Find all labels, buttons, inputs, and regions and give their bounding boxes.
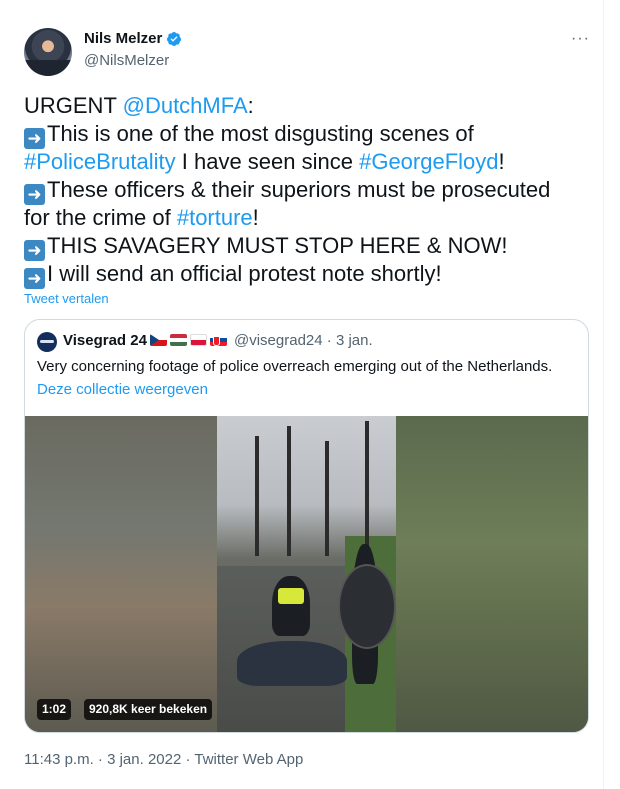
right-arrow-icon: ➜ [24,240,45,261]
more-options-icon[interactable]: ··· [571,30,590,48]
czech-flag-icon [150,334,167,346]
quoted-author-name: Visegrad 24 [63,332,147,349]
tweet-link[interactable]: #GeorgeFloyd [359,149,498,174]
video-person-on-ground [237,641,347,686]
quoted-text: Very concerning footage of police overre… [37,358,553,375]
right-arrow-icon: ➜ [24,128,45,149]
right-arrow-icon: ➜ [24,268,45,289]
quoted-avatar [37,332,57,352]
video-blur-right [396,416,588,732]
tweet-text-line: ➜ These officers & their superiors must b… [24,176,594,205]
video-tree [287,426,291,556]
tweet-text: URGENT @DutchMFA: ➜ This is one of the mos… [24,92,594,289]
video-blur-left [25,416,217,732]
author-name[interactable]: Nils Melzer [84,30,162,47]
tweet-text-segment: I will send an official protest note sho… [47,261,442,286]
tweet-link[interactable]: #PoliceBrutality [24,149,176,174]
quoted-tweet[interactable]: Visegrad 24 @visegrad24 · 3 jan. Very co… [24,319,589,733]
author-handle[interactable]: @NilsMelzer [84,52,169,69]
tweet-text-segment: THIS SAVAGERY MUST STOP HERE & NOW! [47,233,508,258]
video-tree [365,421,369,551]
video-tree [255,436,259,556]
tweet-link[interactable]: @DutchMFA [123,93,248,118]
tweet-text-line: URGENT @DutchMFA: [24,92,594,120]
tweet-card: Nils Melzer @NilsMelzer ··· URGENT @Dutc… [0,0,604,789]
tweet-text-line: for the crime of #torture! [24,204,594,232]
video-view-count: 920,8K keer bekeken [84,699,213,720]
tweet-text-line: ➜ THIS SAVAGERY MUST STOP HERE & NOW! [24,232,594,261]
quoted-handle-time: @visegrad24 · 3 jan. [234,332,373,349]
tweet-text-segment: These officers & their superiors must be… [47,177,551,202]
tweet-text-segment: This is one of the most disgusting scene… [47,121,474,146]
view-collection-link[interactable]: Deze collectie weergeven [37,381,208,398]
tweet-text-segment: ! [252,205,259,230]
tweet-text-segment: for the crime of [24,205,177,230]
slovakia-flag-icon [210,334,227,346]
translate-tweet-link[interactable]: Tweet vertalen [24,291,109,306]
right-arrow-icon: ➜ [24,184,45,205]
video-officer-vest [278,588,304,604]
tweet-link[interactable]: #torture [177,205,253,230]
hungary-flag-icon [170,334,187,346]
video-player[interactable]: 1:02 920,8K keer bekeken [25,416,588,732]
video-duration: 1:02 [37,699,72,720]
tweet-text-line: ➜ I will send an official protest note sh… [24,260,594,289]
tweet-text-segment: ! [498,149,505,174]
video-tree [325,441,329,556]
flag-emojis [150,334,227,346]
tweet-timestamp[interactable]: 11:43 p.m. · 3 jan. 2022 · Twitter Web A… [24,751,303,768]
video-officer [272,576,310,636]
verified-badge-icon [166,32,181,46]
tweet-text-segment: I have seen since [175,149,360,174]
author-avatar[interactable] [24,28,72,76]
poland-flag-icon [190,334,207,346]
tweet-text-segment: URGENT [24,93,123,118]
tweet-text-line: #PoliceBrutality I have seen since #Geor… [24,148,594,176]
tweet-text-segment: : [247,93,254,118]
video-shield [338,564,396,649]
tweet-text-line: ➜ This is one of the most disgusting scen… [24,120,594,149]
